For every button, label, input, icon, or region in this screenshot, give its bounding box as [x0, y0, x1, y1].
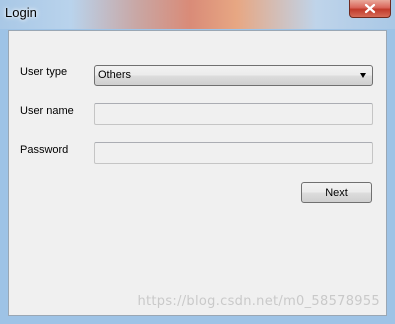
title-bar[interactable]: Login	[0, 0, 395, 29]
chevron-down-icon[interactable]	[360, 73, 366, 78]
login-window: Login User type Others User name Passwor…	[0, 0, 395, 324]
watermark-text: https://blog.csdn.net/m0_58578955	[137, 294, 380, 309]
user-name-label: User name	[20, 105, 74, 117]
close-icon	[364, 3, 376, 14]
next-button[interactable]: Next	[301, 182, 372, 203]
user-type-select[interactable]: Others	[94, 65, 373, 86]
user-name-field[interactable]	[94, 103, 373, 125]
password-field[interactable]	[94, 142, 373, 164]
window-title: Login	[5, 5, 37, 20]
password-label: Password	[20, 144, 69, 156]
close-button[interactable]	[349, 0, 391, 18]
dialog-body: User type Others User name Password Next…	[8, 30, 387, 316]
user-type-label: User type	[20, 66, 68, 78]
user-type-value: Others	[98, 69, 132, 81]
